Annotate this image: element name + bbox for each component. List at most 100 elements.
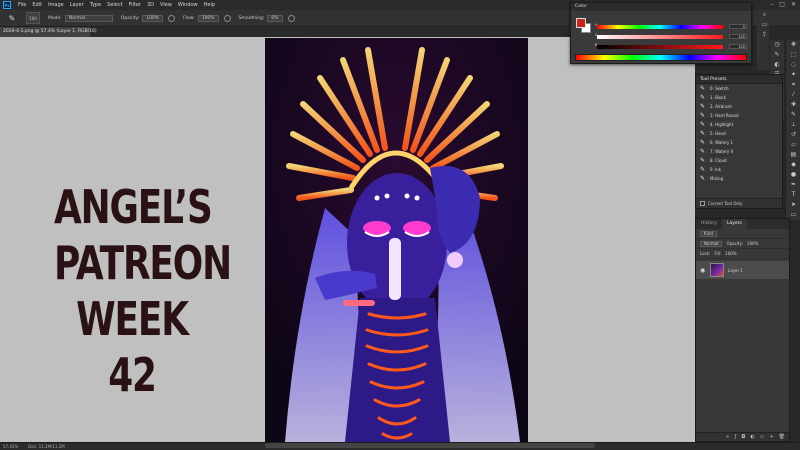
stamp-tool-icon[interactable]: ⊥ bbox=[786, 120, 800, 130]
preset-item[interactable]: ✎ 4. Highlight bbox=[696, 120, 782, 129]
opacity-label: Opacity: bbox=[120, 15, 140, 21]
history-brush-tool-icon[interactable]: ↺ bbox=[786, 130, 800, 140]
maximize-icon[interactable]: □ bbox=[779, 1, 785, 8]
new-layer-icon[interactable]: + bbox=[769, 434, 773, 440]
canvas-area[interactable]: ANGEL’S PATREON WEEK 42 bbox=[0, 37, 695, 442]
fx-icon[interactable]: ƒ bbox=[735, 434, 737, 440]
fill-value[interactable]: 100% bbox=[725, 251, 736, 256]
lasso-tool-icon[interactable]: ◌ bbox=[786, 60, 800, 70]
preset-item[interactable]: ✎ 7. Watery II bbox=[696, 147, 782, 156]
eyedropper-tool-icon[interactable]: ⁄ bbox=[786, 90, 800, 100]
hue-value[interactable]: 5 bbox=[729, 24, 747, 29]
preset-item[interactable]: ✎ 2. Airbrush bbox=[696, 102, 782, 111]
brush-icon: ✎ bbox=[700, 156, 706, 164]
preset-item[interactable]: ✎ 0. Sketch bbox=[696, 84, 782, 93]
search-icon[interactable]: ⌕ bbox=[757, 10, 772, 20]
menu-file[interactable]: File bbox=[15, 2, 29, 8]
artwork-image[interactable] bbox=[265, 38, 528, 442]
layer-name: Layer 1 bbox=[728, 267, 743, 273]
tab-history[interactable]: History bbox=[696, 219, 722, 229]
gear-icon[interactable] bbox=[287, 14, 295, 22]
blend-mode-select[interactable]: Normal bbox=[700, 240, 723, 247]
opacity-field[interactable]: 100% bbox=[142, 14, 164, 22]
mode-select[interactable]: Normal bbox=[64, 14, 113, 22]
brightness-slider[interactable] bbox=[597, 45, 723, 49]
menu-type[interactable]: Type bbox=[87, 2, 104, 8]
menu-window[interactable]: Window bbox=[175, 2, 201, 8]
preset-item[interactable]: ✎ 5. Hand bbox=[696, 129, 782, 138]
layer-row[interactable]: ◉ Layer 1 bbox=[696, 261, 789, 279]
brush-panel-icon[interactable]: ✎ bbox=[770, 50, 784, 60]
lock-label: Lock: bbox=[700, 251, 711, 256]
preset-item[interactable]: ✎ Mixing bbox=[696, 174, 782, 183]
healing-tool-icon[interactable]: ✚ bbox=[786, 100, 800, 110]
hue-slider[interactable] bbox=[597, 25, 723, 29]
mode-label: Mode: bbox=[48, 15, 62, 21]
layer-opacity-label: Opacity: bbox=[726, 241, 743, 246]
move-tool-icon[interactable]: ✥ bbox=[786, 40, 800, 50]
menu-select[interactable]: Select bbox=[104, 2, 125, 8]
zoom-level[interactable]: 57.43% bbox=[3, 444, 18, 449]
current-tool-only-checkbox[interactable] bbox=[700, 201, 705, 206]
workspace-icon[interactable]: ▭ bbox=[757, 20, 772, 30]
preset-item[interactable]: ✎ 3. Hard Round bbox=[696, 111, 782, 120]
title-line-1: ANGEL’S bbox=[54, 180, 213, 234]
marquee-tool-icon[interactable]: ⬚ bbox=[786, 50, 800, 60]
menu-filter[interactable]: Filter bbox=[126, 2, 144, 8]
current-tool-only-label: Current Tool Only bbox=[708, 200, 743, 206]
saturation-slider[interactable] bbox=[597, 35, 723, 39]
brightness-value[interactable]: 100 bbox=[729, 44, 747, 49]
menu-image[interactable]: Image bbox=[45, 2, 67, 8]
document-tabs: 2020-4-1.png @ 57.4% (Layer 1, RGB/16) bbox=[0, 27, 570, 37]
gradient-tool-icon[interactable]: ▤ bbox=[786, 150, 800, 160]
preset-item[interactable]: ✎ 9. Ink bbox=[696, 165, 782, 174]
menu-view[interactable]: View bbox=[157, 2, 175, 8]
menu-edit[interactable]: Edit bbox=[29, 2, 45, 8]
preset-item[interactable]: ✎ 1. Block bbox=[696, 93, 782, 102]
menu-help[interactable]: Help bbox=[201, 2, 218, 8]
layer-opacity-value[interactable]: 100% bbox=[747, 241, 758, 246]
link-layers-icon[interactable]: ∞ bbox=[725, 434, 729, 440]
eye-icon[interactable]: ◉ bbox=[700, 267, 706, 274]
history-panel-icon[interactable]: ◷ bbox=[770, 40, 784, 50]
adjustment-layer-icon[interactable]: ◐ bbox=[750, 434, 754, 440]
dodge-tool-icon[interactable]: ● bbox=[786, 170, 800, 180]
foreground-color-swatch[interactable] bbox=[576, 18, 586, 28]
horizontal-scrollbar[interactable] bbox=[265, 443, 595, 448]
document-tab[interactable]: 2020-4-1.png @ 57.4% (Layer 1, RGB/16) bbox=[0, 27, 97, 37]
adjustments-panel-icon[interactable]: ◐ bbox=[770, 60, 784, 70]
pen-tool-icon[interactable]: ✒ bbox=[786, 180, 800, 190]
brush-tool-icon[interactable]: ✎ bbox=[786, 110, 800, 120]
quick-select-tool-icon[interactable]: ✦ bbox=[786, 70, 800, 80]
trash-icon[interactable]: 🗑 bbox=[779, 434, 785, 440]
layer-kind-filter[interactable]: Kind bbox=[700, 230, 717, 237]
share-icon[interactable]: ⇪ bbox=[757, 30, 772, 40]
blur-tool-icon[interactable]: ◆ bbox=[786, 160, 800, 170]
crop-tool-icon[interactable]: ⌗ bbox=[786, 80, 800, 90]
smoothing-field[interactable]: 0% bbox=[267, 14, 283, 22]
flow-field[interactable]: 100% bbox=[197, 14, 219, 22]
preset-item[interactable]: ✎ 6. Watery 1 bbox=[696, 138, 782, 147]
pressure-opacity-icon[interactable] bbox=[168, 14, 176, 22]
eraser-tool-icon[interactable]: ▱ bbox=[786, 140, 800, 150]
menu-3d[interactable]: 3D bbox=[144, 2, 157, 8]
photoshop-logo: Ps bbox=[3, 1, 11, 9]
saturation-value[interactable]: 100 bbox=[729, 34, 747, 39]
close-icon[interactable]: ✕ bbox=[791, 1, 796, 8]
canvas-title-text: ANGEL’S PATREON WEEK 42 bbox=[54, 179, 232, 403]
preset-label: 7. Watery II bbox=[710, 148, 733, 154]
group-icon[interactable]: ▭ bbox=[760, 434, 765, 440]
brush-size-picker[interactable]: 100 bbox=[26, 12, 40, 24]
menu-layer[interactable]: Layer bbox=[67, 2, 87, 8]
preset-label: 5. Hand bbox=[710, 130, 726, 136]
airbrush-icon[interactable] bbox=[223, 14, 231, 22]
path-select-tool-icon[interactable]: ➤ bbox=[786, 200, 800, 210]
tab-layers[interactable]: Layers bbox=[722, 219, 747, 229]
minimize-icon[interactable]: – bbox=[770, 1, 773, 8]
brush-icon[interactable]: ✎ bbox=[6, 13, 18, 23]
preset-item[interactable]: ✎ 8. Cloud bbox=[696, 156, 782, 165]
type-tool-icon[interactable]: T bbox=[786, 190, 800, 200]
mask-icon[interactable]: ◘ bbox=[741, 434, 745, 440]
color-ramp[interactable] bbox=[575, 54, 747, 61]
preset-label: 3. Hard Round bbox=[710, 112, 739, 118]
